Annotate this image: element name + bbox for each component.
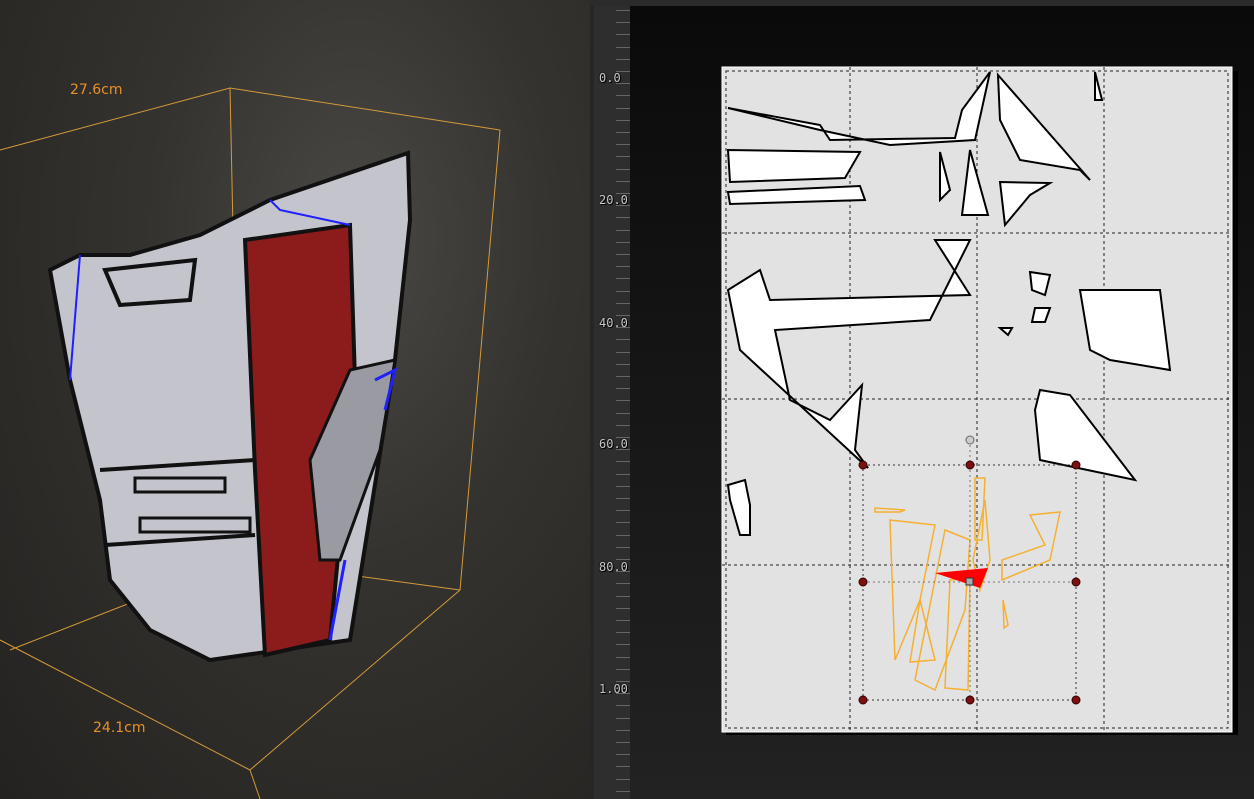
armor-model <box>47 150 413 663</box>
uv-canvas[interactable] <box>590 0 1254 799</box>
height-dimension-label: 27.6cm <box>70 82 123 98</box>
pivot-handle[interactable] <box>965 577 974 586</box>
3d-viewport[interactable]: 27.6cm 24.1cm <box>0 0 590 799</box>
rotate-handle[interactable] <box>965 435 975 445</box>
3d-model-view[interactable] <box>0 0 590 799</box>
uv-editor[interactable]: 0.0 20.0 40.0 60.0 80.0 1.00 <box>590 0 1254 799</box>
width-dimension-label: 24.1cm <box>93 720 146 736</box>
